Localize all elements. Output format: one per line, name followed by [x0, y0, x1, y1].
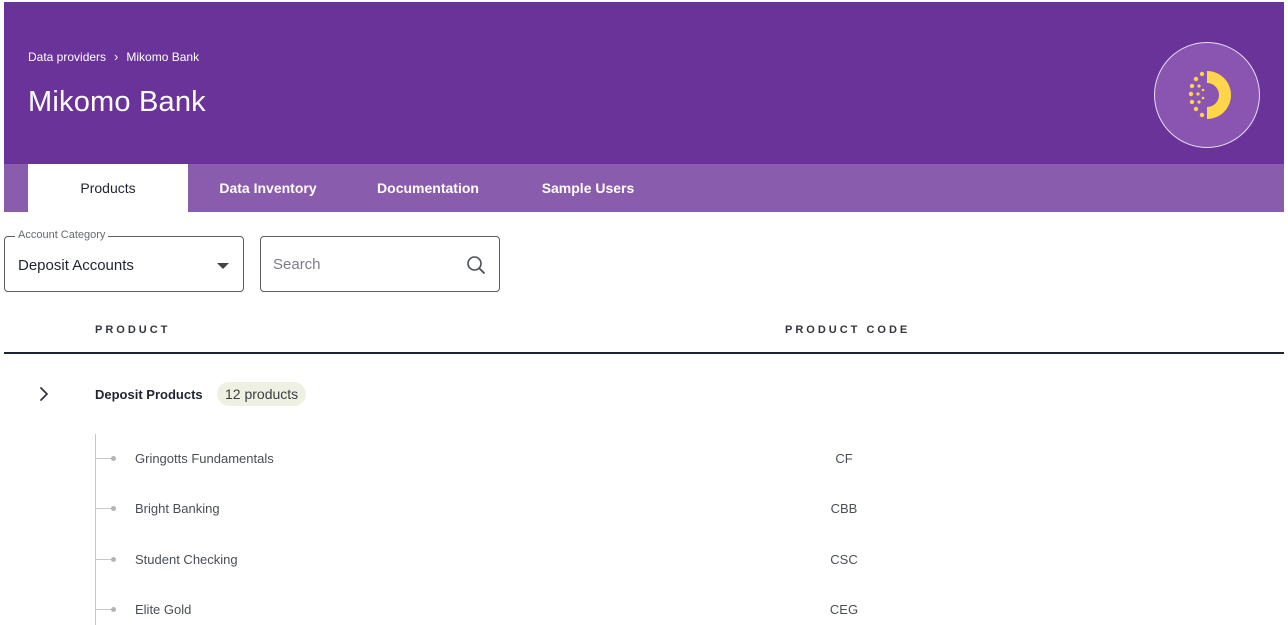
product-count-badge: 12 products	[217, 382, 307, 406]
column-header-product-code[interactable]: PRODUCT CODE	[785, 324, 910, 336]
tree-branch	[96, 458, 112, 459]
table-header-divider	[4, 352, 1284, 354]
account-category-value: Deposit Accounts	[18, 257, 134, 274]
search-box	[260, 236, 500, 292]
table-row[interactable]: Elite Gold CEG	[4, 595, 1284, 625]
product-code: CSC	[830, 552, 858, 567]
tab-bar: Products Data Inventory Documentation Sa…	[4, 164, 1284, 212]
product-code: CEG	[829, 602, 859, 617]
tree-branch	[96, 559, 112, 560]
chevron-right-icon[interactable]	[34, 384, 54, 404]
provider-logo-icon	[1154, 42, 1260, 148]
table-row[interactable]: Gringotts Fundamentals CF	[4, 444, 1284, 474]
product-name: Gringotts Fundamentals	[135, 451, 274, 466]
breadcrumb-separator-icon: ›	[114, 49, 119, 64]
product-name: Bright Banking	[135, 501, 220, 516]
bullet-icon	[111, 607, 116, 612]
tab-sample-users[interactable]: Sample Users	[508, 164, 668, 212]
group-row-deposit-products[interactable]: Deposit Products 12 products	[4, 376, 1284, 412]
breadcrumb-current: Mikomo Bank	[126, 49, 200, 64]
table-row[interactable]: Bright Banking CBB	[4, 494, 1284, 524]
product-name: Student Checking	[135, 552, 238, 567]
search-icon[interactable]	[465, 254, 487, 276]
bullet-icon	[111, 456, 116, 461]
tab-data-inventory[interactable]: Data Inventory	[188, 164, 348, 212]
group-name: Deposit Products	[95, 387, 203, 402]
breadcrumb: Data providers › Mikomo Bank	[28, 49, 199, 64]
tree-branch	[96, 508, 112, 509]
breadcrumb-link-data-providers[interactable]: Data providers	[28, 50, 106, 64]
product-code: CBB	[830, 501, 858, 516]
page-title: Mikomo Bank	[28, 86, 206, 118]
account-category-label: Account Category	[15, 229, 109, 241]
search-input[interactable]	[273, 251, 453, 277]
column-header-product[interactable]: PRODUCT	[95, 324, 170, 336]
product-code: CF	[835, 451, 853, 466]
table-row[interactable]: Student Checking CSC	[4, 545, 1284, 575]
bullet-icon	[111, 557, 116, 562]
tab-documentation[interactable]: Documentation	[348, 164, 508, 212]
dropdown-arrow-icon[interactable]	[217, 263, 229, 269]
bullet-icon	[111, 506, 116, 511]
tree-branch	[96, 609, 112, 610]
account-category-select[interactable]: Account Category Deposit Accounts	[4, 229, 244, 292]
product-name: Elite Gold	[135, 602, 192, 617]
tab-products[interactable]: Products	[28, 164, 188, 212]
page-header: Data providers › Mikomo Bank Mikomo Bank	[4, 2, 1284, 164]
app-frame: Data providers › Mikomo Bank Mikomo Bank	[4, 2, 1284, 625]
